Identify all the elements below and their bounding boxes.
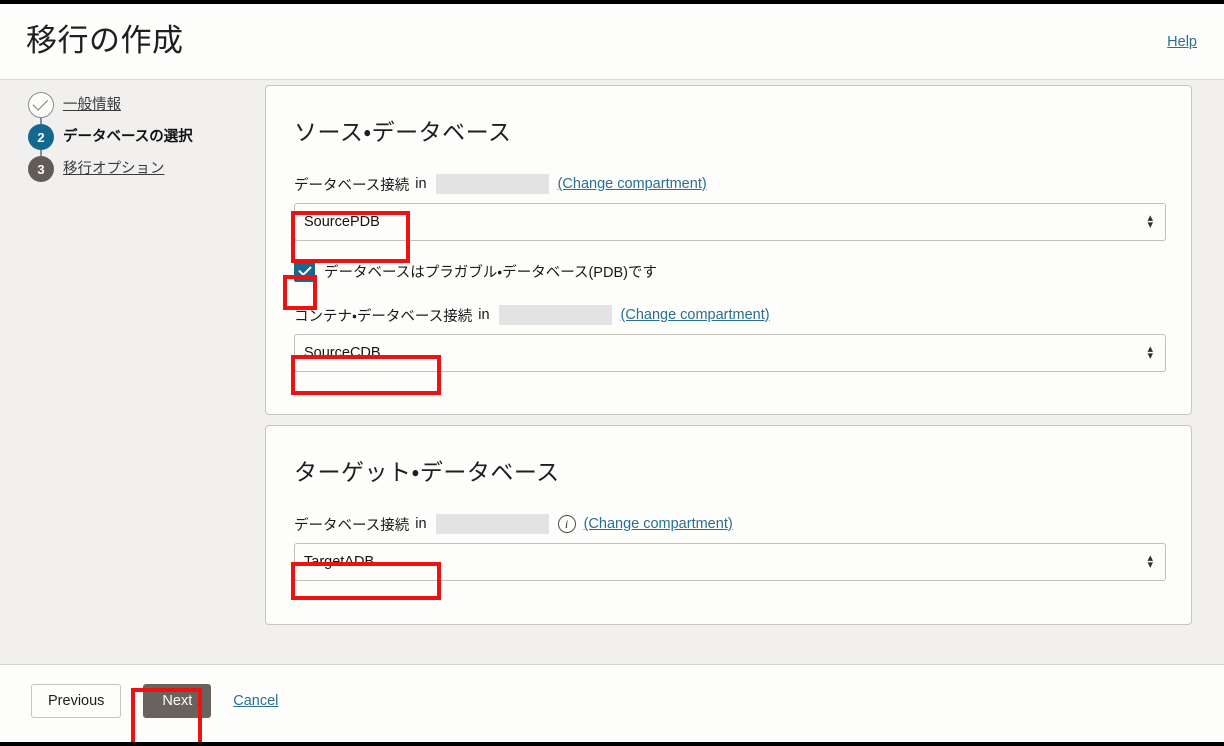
- source-connection-spinner-icon[interactable]: ▴ ▾: [1147, 215, 1153, 229]
- step-2-number-badge: 2: [28, 124, 54, 150]
- target-connection-select-wrap: TargetADB ▴ ▾: [294, 543, 1166, 581]
- target-compartment-redaction: [436, 514, 549, 534]
- source-connection-label: データベース接続: [294, 174, 409, 195]
- info-icon[interactable]: i: [558, 515, 576, 533]
- step-2-label: データベースの選択: [63, 124, 193, 150]
- pdb-checkbox-label: データベースはプラガブル・データベース(PDB)です: [324, 261, 657, 282]
- previous-button[interactable]: Previous: [31, 684, 121, 718]
- container-connection-spinner-icon[interactable]: ▴ ▾: [1147, 346, 1153, 360]
- container-in-word: in: [478, 307, 489, 323]
- target-connection-label-row: データベース接続 in i (Change compartment): [266, 513, 1191, 535]
- target-database-panel: ターゲット・データベース データベース接続 in i (Change compa…: [265, 425, 1192, 625]
- wizard-page: 移行の作成 Help 一般情報 2 データベースの選択 3 移行オプション: [0, 4, 1224, 742]
- container-change-compartment-link[interactable]: (Change compartment): [621, 307, 770, 323]
- source-panel-heading: ソース・データベース: [266, 86, 1191, 147]
- target-connection-spinner-icon[interactable]: ▴ ▾: [1147, 555, 1153, 569]
- source-connection-label-row: データベース接続 in (Change compartment): [266, 173, 1191, 195]
- next-button[interactable]: Next: [143, 684, 211, 718]
- help-link[interactable]: Help: [1167, 34, 1197, 50]
- wizard-footer: Previous Next Cancel: [0, 664, 1224, 742]
- container-connection-label: コンテナ・データベース接続: [294, 305, 472, 326]
- page-title: 移行の作成: [26, 18, 184, 64]
- target-panel-heading: ターゲット・データベース: [266, 426, 1191, 487]
- step-1-check-icon: [28, 92, 54, 118]
- step-3-label: 移行オプション: [63, 156, 165, 182]
- source-connection-select-wrap: SourcePDB ▴ ▾: [294, 203, 1166, 241]
- step-1-label: 一般情報: [63, 92, 121, 118]
- target-in-word: in: [415, 516, 426, 532]
- chevron-down-icon: ▾: [1147, 562, 1153, 569]
- sidebar-step-general-info[interactable]: 一般情報: [28, 92, 243, 124]
- target-connection-label: データベース接続: [294, 514, 409, 535]
- container-connection-select[interactable]: SourceCDB: [294, 334, 1166, 372]
- sidebar-step-migration-options[interactable]: 3 移行オプション: [28, 156, 243, 188]
- cancel-link[interactable]: Cancel: [233, 693, 278, 709]
- source-in-word: in: [415, 176, 426, 192]
- container-connection-select-wrap: SourceCDB ▴ ▾: [294, 334, 1166, 372]
- wizard-body: 一般情報 2 データベースの選択 3 移行オプション ソース・データベース デー…: [0, 80, 1224, 664]
- source-change-compartment-link[interactable]: (Change compartment): [558, 176, 707, 192]
- page-header: 移行の作成 Help: [0, 4, 1224, 80]
- target-connection-select[interactable]: TargetADB: [294, 543, 1166, 581]
- source-connection-select[interactable]: SourcePDB: [294, 203, 1166, 241]
- container-connection-label-row: コンテナ・データベース接続 in (Change compartment): [266, 304, 1191, 326]
- source-database-panel: ソース・データベース データベース接続 in (Change compartme…: [265, 85, 1192, 415]
- pdb-checkbox-row: データベースはプラガブル・データベース(PDB)です: [294, 261, 1191, 282]
- source-compartment-redaction: [436, 174, 549, 194]
- chevron-down-icon: ▾: [1147, 353, 1153, 360]
- wizard-steps: 一般情報 2 データベースの選択 3 移行オプション: [28, 92, 243, 188]
- container-compartment-redaction: [499, 305, 612, 325]
- sidebar-step-database-selection[interactable]: 2 データベースの選択: [28, 124, 243, 156]
- chevron-down-icon: ▾: [1147, 222, 1153, 229]
- target-change-compartment-link[interactable]: (Change compartment): [584, 516, 733, 532]
- step-3-number-badge: 3: [28, 156, 54, 182]
- pdb-checkbox[interactable]: [294, 261, 315, 282]
